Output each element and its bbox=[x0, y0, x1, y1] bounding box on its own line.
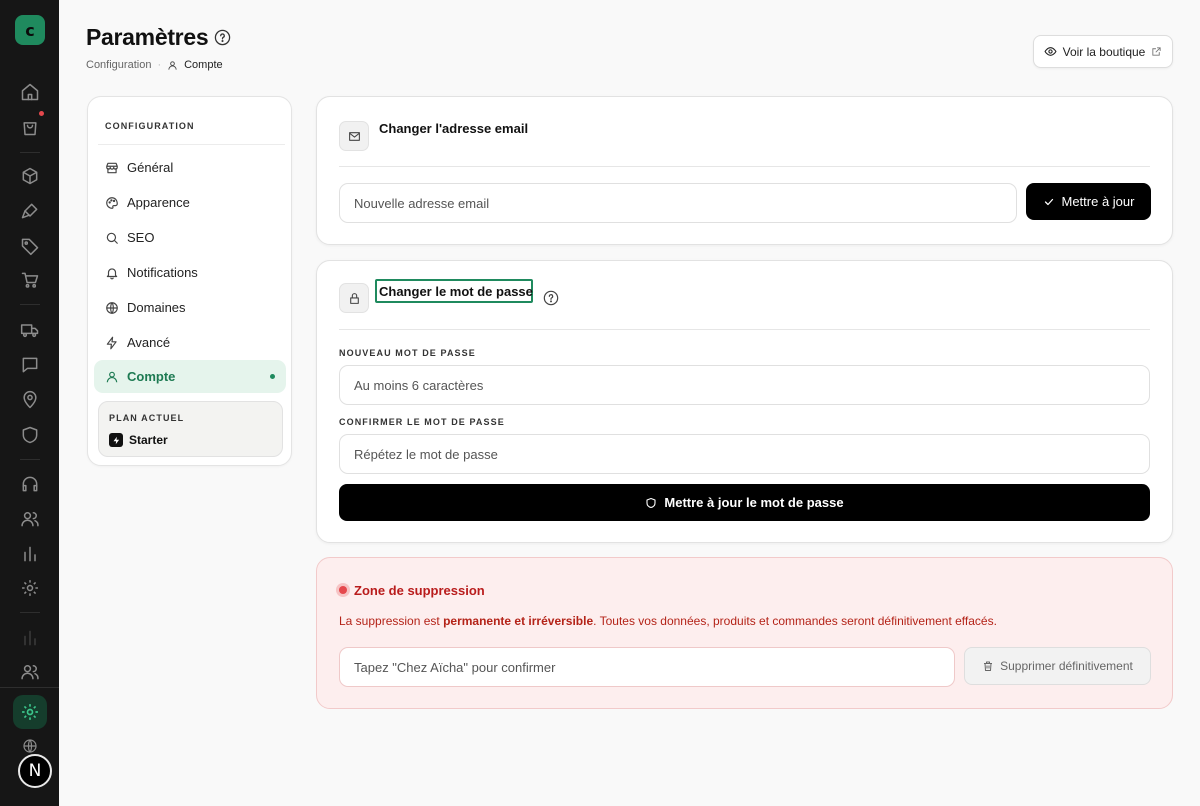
notification-dot bbox=[39, 111, 44, 116]
help-icon[interactable] bbox=[214, 29, 231, 46]
sidebar-item-account[interactable]: Compte bbox=[94, 360, 286, 393]
new-password-label: NOUVEAU MOT DE PASSE bbox=[339, 348, 476, 358]
breadcrumb-current: Compte bbox=[184, 59, 223, 71]
rail-divider bbox=[20, 152, 40, 153]
rail-divider bbox=[0, 687, 59, 688]
breadcrumb-separator: · bbox=[157, 59, 162, 71]
danger-zone-description: La suppression est permanente et irréver… bbox=[339, 614, 997, 628]
brand-logo[interactable]: c bbox=[15, 15, 45, 45]
mail-icon bbox=[339, 121, 369, 151]
plan-name: Starter bbox=[129, 433, 168, 447]
plan-value: Starter bbox=[109, 433, 168, 447]
active-indicator-dot bbox=[270, 374, 275, 379]
team-icon[interactable] bbox=[20, 662, 40, 682]
email-card-title: Changer l'adresse email bbox=[379, 121, 529, 136]
current-plan-card: PLAN ACTUEL Starter bbox=[98, 401, 283, 457]
trash-icon bbox=[984, 661, 993, 671]
globe-icon bbox=[106, 301, 118, 314]
card-divider bbox=[339, 166, 1150, 167]
user-avatar[interactable]: N bbox=[18, 754, 52, 788]
sidebar-item-general[interactable]: Général bbox=[94, 151, 286, 184]
user-icon bbox=[106, 371, 118, 382]
message-icon[interactable] bbox=[20, 355, 40, 375]
sidebar-item-seo[interactable]: SEO bbox=[94, 221, 286, 254]
bell-icon bbox=[106, 267, 118, 279]
password-change-card: Changer le mot de passe NOUVEAU MOT DE P… bbox=[316, 260, 1173, 543]
sidebar-divider bbox=[98, 144, 285, 145]
sidebar-item-appearance[interactable]: Apparence bbox=[94, 186, 286, 219]
breadcrumb-parent[interactable]: Configuration bbox=[86, 59, 151, 71]
rail-divider bbox=[20, 612, 40, 613]
sidebar-item-label: SEO bbox=[127, 230, 155, 245]
bar-chart-icon[interactable] bbox=[20, 544, 40, 564]
delete-permanently-label: Supprimer définitivement bbox=[1000, 659, 1133, 673]
lock-icon bbox=[339, 283, 369, 313]
analytics-icon[interactable] bbox=[20, 628, 40, 648]
settings-sidebar: CONFIGURATION Général Apparence SEO Noti… bbox=[87, 96, 292, 466]
palette-icon bbox=[106, 196, 118, 209]
sidebar-item-notifications[interactable]: Notifications bbox=[94, 256, 286, 289]
settings-active-icon[interactable] bbox=[20, 702, 40, 722]
email-change-card: Changer l'adresse email Nouvelle adresse… bbox=[316, 96, 1173, 245]
sidebar-item-advanced[interactable]: Avancé bbox=[94, 326, 286, 359]
store-icon bbox=[106, 162, 118, 173]
search-icon bbox=[106, 232, 118, 244]
users-icon[interactable] bbox=[20, 509, 40, 529]
app-rail: c N bbox=[0, 0, 59, 806]
view-shop-button[interactable]: Voir la boutique bbox=[1033, 35, 1173, 68]
shield-icon bbox=[646, 497, 656, 508]
map-pin-icon[interactable] bbox=[20, 390, 40, 410]
new-password-input[interactable]: Au moins 6 caractères bbox=[339, 365, 1150, 405]
brush-icon[interactable] bbox=[20, 201, 40, 221]
page-title: Paramètres bbox=[86, 24, 209, 50]
rail-divider bbox=[20, 304, 40, 305]
confirm-password-label: CONFIRMER LE MOT DE PASSE bbox=[339, 417, 505, 427]
view-shop-label: Voir la boutique bbox=[1062, 44, 1146, 59]
sidebar-section-title: CONFIGURATION bbox=[105, 121, 195, 131]
eye-icon bbox=[1044, 47, 1057, 56]
shopping-bag-icon[interactable] bbox=[20, 117, 40, 137]
tag-icon[interactable] bbox=[20, 236, 40, 256]
box-icon[interactable] bbox=[20, 166, 40, 186]
check-icon bbox=[1044, 198, 1053, 205]
danger-zone-title: Zone de suppression bbox=[354, 583, 485, 598]
globe-icon[interactable] bbox=[22, 738, 38, 754]
confirm-password-input[interactable]: Répétez le mot de passe bbox=[339, 434, 1150, 474]
password-card-title: Changer le mot de passe bbox=[379, 284, 533, 299]
update-email-label: Mettre à jour bbox=[1061, 194, 1135, 209]
sidebar-item-label: Apparence bbox=[127, 195, 190, 210]
delete-permanently-button[interactable]: Supprimer définitivement bbox=[964, 647, 1151, 685]
bolt-icon bbox=[109, 433, 123, 447]
shield-icon[interactable] bbox=[20, 425, 40, 445]
new-email-input[interactable]: Nouvelle adresse email bbox=[339, 183, 1017, 223]
rail-divider bbox=[20, 459, 40, 460]
user-icon bbox=[168, 60, 177, 70]
help-icon[interactable] bbox=[543, 290, 559, 306]
cart-icon[interactable] bbox=[20, 270, 40, 290]
zap-icon bbox=[106, 336, 117, 349]
sidebar-item-domains[interactable]: Domaines bbox=[94, 291, 286, 324]
breadcrumb: Configuration · Compte bbox=[86, 59, 223, 71]
update-email-button[interactable]: Mettre à jour bbox=[1026, 183, 1151, 220]
sidebar-item-label: Avancé bbox=[127, 335, 171, 350]
delete-confirm-input[interactable]: Tapez "Chez Aïcha" pour confirmer bbox=[339, 647, 955, 687]
plan-label: PLAN ACTUEL bbox=[109, 413, 185, 423]
home-icon[interactable] bbox=[20, 82, 40, 102]
settings-icon[interactable] bbox=[20, 578, 40, 598]
headphones-icon[interactable] bbox=[20, 474, 40, 494]
danger-zone-card: Zone de suppression La suppression est p… bbox=[316, 557, 1173, 709]
update-password-button[interactable]: Mettre à jour le mot de passe bbox=[339, 484, 1150, 521]
update-password-label: Mettre à jour le mot de passe bbox=[664, 495, 844, 510]
sidebar-item-label: Notifications bbox=[127, 265, 198, 280]
sidebar-item-label: Domaines bbox=[127, 300, 186, 315]
sidebar-item-label: Compte bbox=[127, 369, 176, 384]
sidebar-item-label: Général bbox=[127, 160, 174, 175]
truck-icon[interactable] bbox=[20, 320, 40, 340]
danger-indicator-dot bbox=[339, 586, 347, 594]
external-link-icon bbox=[1152, 47, 1161, 56]
card-divider bbox=[339, 329, 1150, 330]
